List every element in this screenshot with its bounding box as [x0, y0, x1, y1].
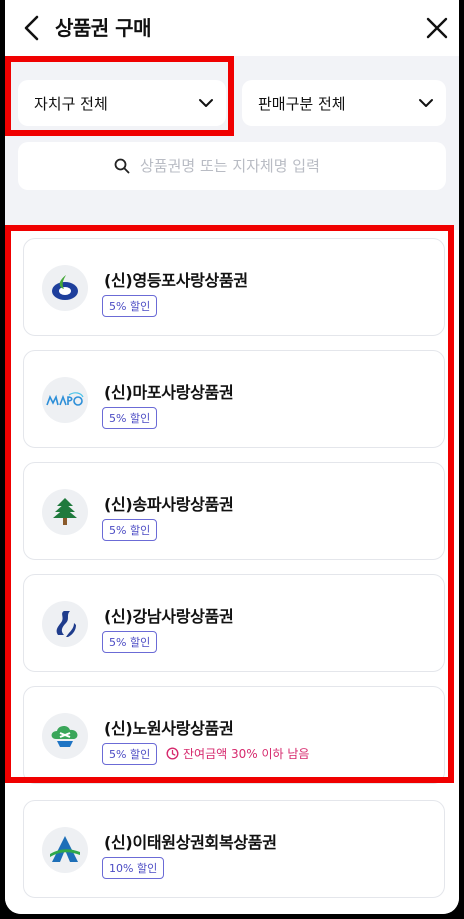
close-icon [426, 17, 448, 39]
discount-badge: 5% 할인 [102, 743, 158, 765]
app-screen: 상품권 구매 자치구 전체 판매구분 전체 (신)영등포사랑상품권 5% 할인 [5, 0, 459, 914]
yeongdeungpo-logo-icon [42, 265, 88, 311]
voucher-name: (신)강남사랑상품권 [104, 607, 234, 626]
back-button[interactable] [21, 14, 45, 42]
discount-badge: 5% 할인 [102, 407, 158, 429]
nowon-logo-icon [42, 713, 88, 759]
voucher-list: (신)영등포사랑상품권 5% 할인 (신)마포사랑상품권 5% 할인 (신)송파… [5, 230, 459, 914]
voucher-name: (신)마포사랑상품권 [104, 383, 234, 402]
voucher-card[interactable]: (신)이태원상권회복상품권 10% 할인 [23, 800, 445, 898]
filter-area: 자치구 전체 판매구분 전체 [5, 56, 459, 216]
clock-icon [166, 747, 179, 760]
voucher-name: (신)송파사랑상품권 [104, 495, 234, 514]
voucher-card[interactable]: (신)영등포사랑상품권 5% 할인 [23, 238, 445, 336]
voucher-card[interactable]: (신)송파사랑상품권 5% 할인 [23, 462, 445, 560]
search-input[interactable] [140, 157, 350, 175]
search-icon [114, 158, 130, 174]
mapo-logo-icon [42, 377, 88, 423]
voucher-card[interactable]: (신)마포사랑상품권 5% 할인 [23, 350, 445, 448]
voucher-name: (신)이태원상권회복상품권 [104, 833, 277, 852]
discount-badge: 5% 할인 [102, 631, 158, 653]
discount-badge: 5% 할인 [102, 295, 158, 317]
voucher-name: (신)영등포사랑상품권 [104, 271, 248, 290]
voucher-name: (신)노원사랑상품권 [104, 719, 234, 738]
discount-badge: 5% 할인 [102, 519, 158, 541]
songpa-logo-icon [42, 489, 88, 535]
search-box[interactable] [18, 142, 446, 190]
voucher-card[interactable]: (신)노원사랑상품권 5% 할인 잔여금액 30% 이하 남음 [23, 686, 445, 784]
close-button[interactable] [425, 16, 449, 40]
itaewon-logo-icon [42, 827, 88, 873]
chevron-left-icon [24, 15, 39, 41]
discount-badge: 10% 할인 [102, 857, 165, 879]
page-title: 상품권 구매 [55, 16, 151, 40]
chevron-down-icon [199, 99, 213, 107]
header: 상품권 구매 [5, 0, 459, 56]
warning-text: 잔여금액 30% 이하 남음 [183, 747, 310, 761]
gangnam-logo-icon [42, 601, 88, 647]
sale-type-select[interactable]: 판매구분 전체 [242, 80, 446, 126]
low-balance-warning: 잔여금액 30% 이하 남음 [166, 745, 309, 762]
chevron-down-icon [419, 99, 433, 107]
district-select-value: 자치구 전체 [34, 94, 108, 113]
sale-type-select-value: 판매구분 전체 [258, 94, 346, 113]
district-select[interactable]: 자치구 전체 [18, 80, 226, 126]
voucher-card[interactable]: (신)강남사랑상품권 5% 할인 [23, 574, 445, 672]
